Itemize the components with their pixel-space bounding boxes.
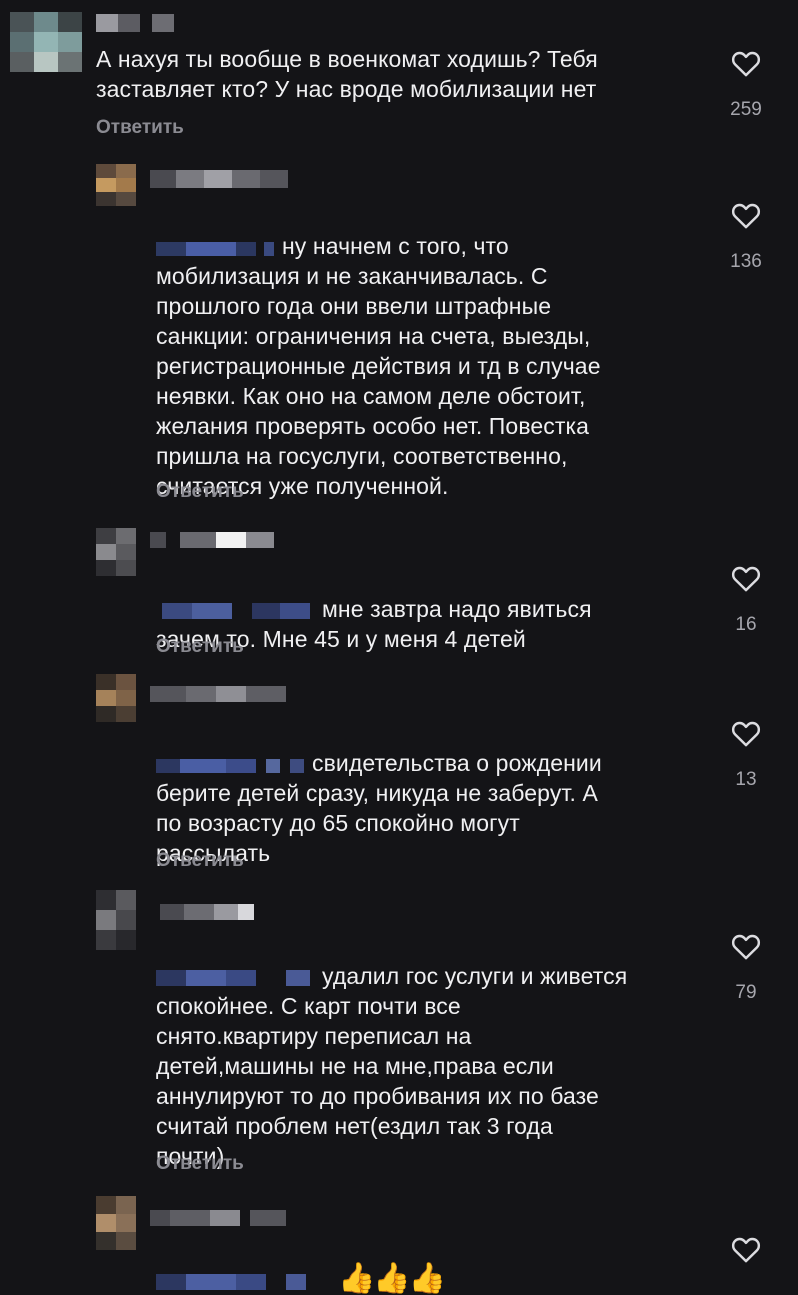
- like-count: 16: [735, 614, 757, 635]
- like-count: 79: [735, 982, 757, 1003]
- username-blurred[interactable]: [96, 12, 186, 34]
- like-button[interactable]: [716, 1236, 776, 1263]
- mention-blurred[interactable]: [156, 599, 316, 623]
- heart-outline-icon: [731, 934, 761, 960]
- like-button[interactable]: 136: [716, 202, 776, 273]
- comment-text: ну начнем с того, что мобилизация и не з…: [156, 233, 601, 499]
- username-blurred[interactable]: [150, 168, 290, 190]
- like-count: 259: [730, 99, 762, 120]
- username-blurred[interactable]: [150, 1206, 290, 1228]
- reply-button[interactable]: Ответить: [96, 117, 184, 139]
- reply-button[interactable]: Ответить: [156, 850, 244, 872]
- mention-blurred[interactable]: [156, 753, 306, 777]
- reply-button[interactable]: Ответить: [156, 636, 244, 658]
- thumbs-up-emoji: 👍👍👍: [338, 1262, 446, 1295]
- like-count: 136: [730, 251, 762, 272]
- like-button[interactable]: 79: [716, 933, 776, 1004]
- comment-text: удалил гос услуги и живется спокойнее. С…: [156, 963, 628, 1169]
- username-blurred[interactable]: [150, 528, 280, 550]
- comment-text: 👍👍👍: [156, 1234, 716, 1295]
- avatar[interactable]: [96, 890, 136, 950]
- heart-outline-icon: [731, 51, 761, 77]
- like-button[interactable]: 13: [716, 720, 776, 791]
- comment-text: А нахуя ты вообще в военкомат ходишь? Те…: [96, 46, 598, 102]
- like-count: 13: [735, 769, 757, 790]
- mention-blurred[interactable]: [156, 236, 276, 260]
- heart-outline-icon: [731, 203, 761, 229]
- like-button[interactable]: 259: [716, 50, 776, 121]
- username-blurred[interactable]: [160, 900, 260, 922]
- heart-outline-icon: [731, 1237, 761, 1263]
- mention-blurred[interactable]: [156, 966, 316, 990]
- reply-button[interactable]: Ответить: [156, 1153, 244, 1175]
- comment-text: свидетельства о рождении берите детей ср…: [156, 750, 602, 866]
- username-blurred[interactable]: [150, 682, 290, 704]
- avatar[interactable]: [96, 528, 136, 576]
- avatar[interactable]: [96, 1196, 136, 1250]
- avatar[interactable]: [10, 12, 82, 72]
- avatar[interactable]: [96, 674, 136, 722]
- mention-blurred[interactable]: [156, 1270, 332, 1294]
- heart-outline-icon: [731, 721, 761, 747]
- reply-button[interactable]: Ответить: [156, 481, 244, 503]
- like-button[interactable]: 16: [716, 565, 776, 636]
- avatar[interactable]: [96, 164, 136, 206]
- heart-outline-icon: [731, 566, 761, 592]
